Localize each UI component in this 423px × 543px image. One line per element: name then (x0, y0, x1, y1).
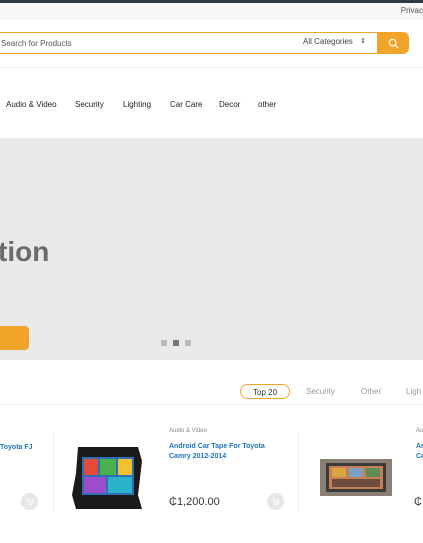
product-separator (53, 432, 54, 512)
add-to-cart-button[interactable] (21, 493, 38, 510)
hero-slider: tion (0, 138, 423, 360)
cart-icon (25, 498, 34, 506)
top-bar: Privac (0, 3, 423, 20)
hero-title: tion (0, 236, 50, 267)
tab-lighting[interactable]: Ligh (406, 387, 421, 396)
nav-item-car-care[interactable]: Car Care (170, 100, 202, 109)
car-stereo-image (320, 459, 392, 496)
tab-security[interactable]: Security (306, 387, 335, 396)
product-category: Audio & Video (169, 428, 207, 434)
select-arrows-icon: ⇕ (360, 38, 366, 45)
slider-dot-active[interactable] (173, 340, 179, 346)
product-title[interactable]: Android Car Tape For Toyota (169, 442, 265, 452)
product-title[interactable]: An (416, 442, 423, 452)
search-input[interactable] (1, 36, 271, 50)
nav-item-audio-video[interactable]: Audio & Video (6, 100, 57, 109)
product-title-line2[interactable]: Ca (416, 452, 423, 462)
nav-item-security[interactable]: Security (75, 100, 104, 109)
nav-item-lighting[interactable]: Lighting (123, 100, 151, 109)
cart-icon (271, 498, 280, 506)
product-title[interactable]: Toyota FJ (0, 443, 33, 453)
header-divider (0, 67, 423, 68)
hero-cta-button[interactable] (0, 326, 29, 350)
category-select[interactable]: All Categories (303, 37, 353, 46)
product-price: ₵ (414, 496, 422, 508)
product-image-head-unit[interactable] (72, 443, 144, 513)
tab-other[interactable]: Other (361, 387, 381, 396)
product-title-line2[interactable]: Camry 2012-2014 (169, 452, 226, 462)
product-price: ₵1,200.00 (169, 496, 220, 508)
nav-item-decor[interactable]: Decor (219, 100, 240, 109)
privacy-link[interactable]: Privac (401, 6, 423, 15)
product-separator (298, 432, 299, 512)
product-category: Au (416, 428, 423, 434)
tab-top-20[interactable]: Top 20 (240, 384, 291, 399)
slider-dot[interactable] (161, 340, 167, 346)
search-button[interactable] (377, 32, 409, 54)
search-bar: All Categories ⇕ (0, 32, 409, 54)
search-icon (388, 38, 398, 48)
tabs-divider (0, 404, 423, 405)
slider-dot[interactable] (185, 340, 191, 346)
nav-item-other[interactable]: other (258, 100, 276, 109)
add-to-cart-button[interactable] (267, 493, 284, 510)
product-image-head-unit[interactable] (320, 459, 392, 496)
car-stereo-image (72, 447, 142, 509)
